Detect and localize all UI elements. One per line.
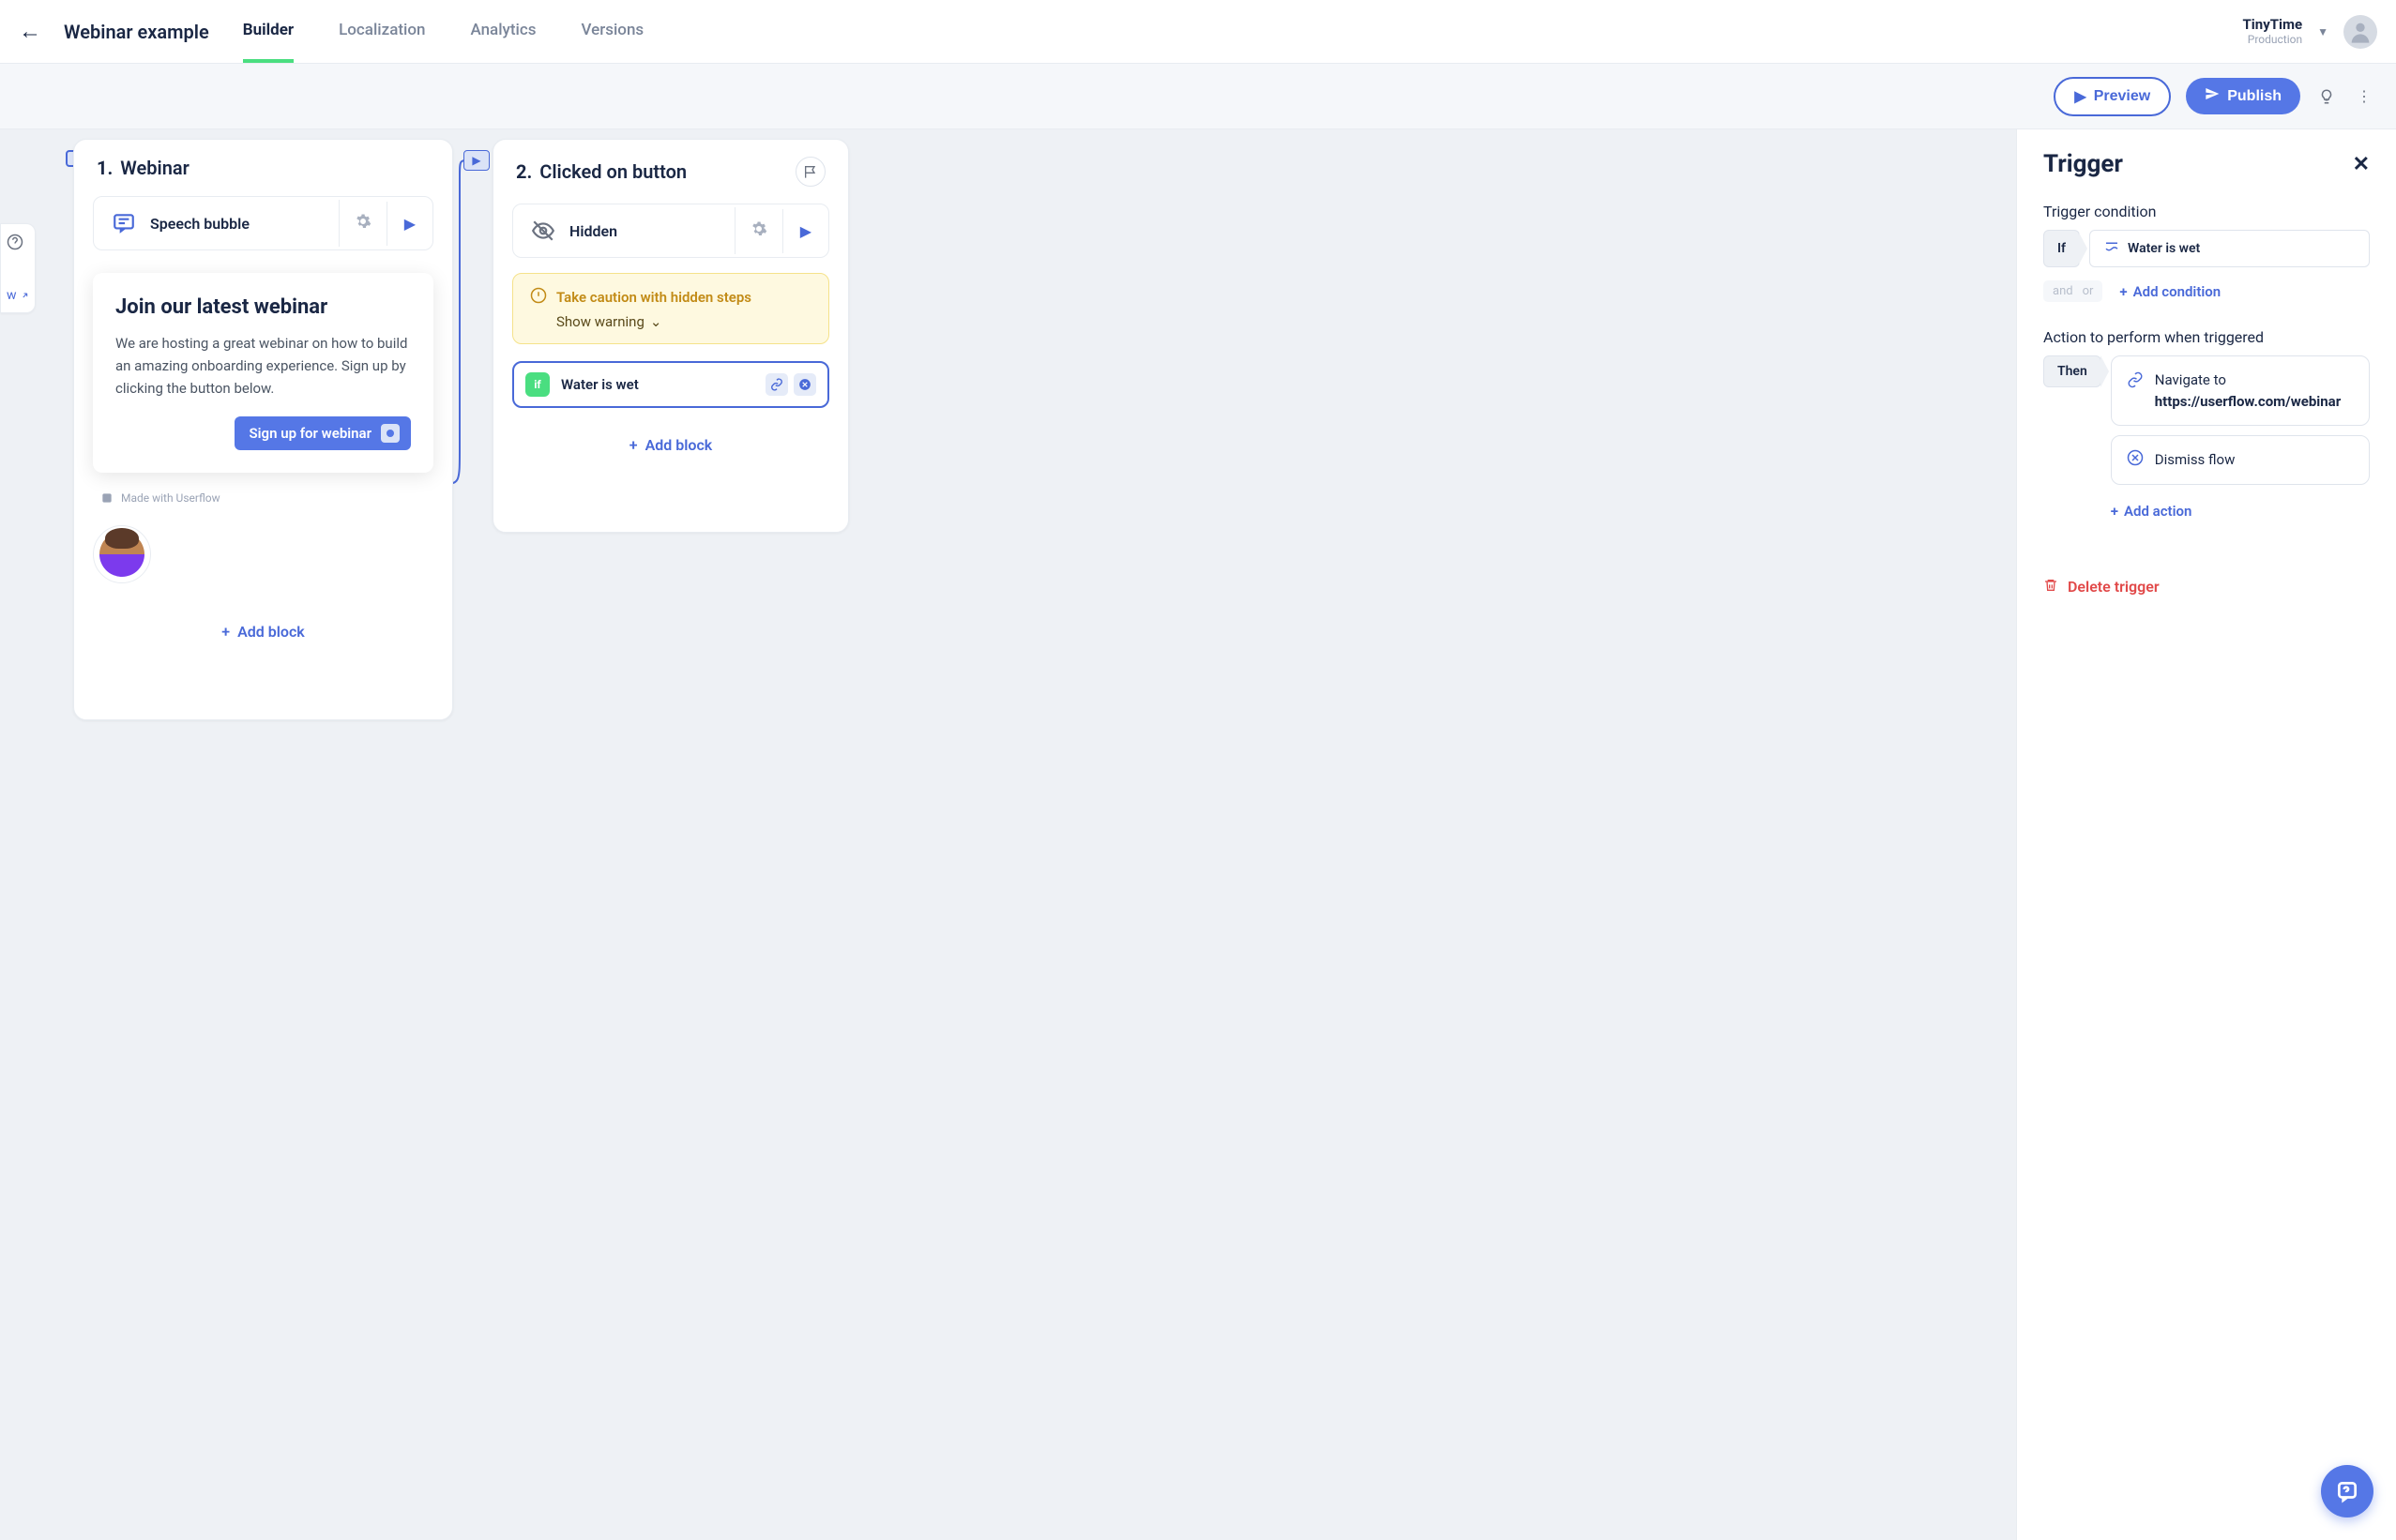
user-avatar[interactable] (2343, 15, 2377, 49)
step2-block-label: Hidden (569, 222, 617, 240)
tab-analytics[interactable]: Analytics (470, 0, 536, 63)
speech-bubble-icon (111, 210, 137, 236)
tab-localization[interactable]: Localization (339, 0, 425, 63)
paper-plane-icon (2205, 86, 2220, 106)
inspector-title: Trigger (2043, 150, 2123, 178)
step2-title: Clicked on button (539, 160, 687, 183)
close-inspector-button[interactable]: ✕ (2353, 153, 2370, 176)
if-pill[interactable]: If (2043, 230, 2080, 267)
dismiss-action[interactable]: Dismiss flow (2111, 435, 2370, 485)
preview-button[interactable]: ▶ Preview (2054, 77, 2171, 116)
dismiss-icon (2127, 449, 2144, 470)
made-with-badge: Made with Userflow (93, 482, 433, 514)
cta-connector-dot (381, 424, 400, 443)
plus-icon: + (2111, 503, 2118, 520)
plus-icon: + (221, 623, 230, 641)
condition-block[interactable]: if Water is wet (512, 361, 829, 408)
step2-add-block[interactable]: + Add block (493, 408, 848, 473)
link-icon (2127, 371, 2144, 392)
navigate-url: https://userflow.com/webinar (2155, 393, 2341, 410)
action-section-label: Action to perform when triggered (2043, 328, 2370, 346)
hidden-eye-icon (530, 218, 556, 244)
tab-builder[interactable]: Builder (243, 0, 294, 63)
show-warning-toggle[interactable]: Show warning ⌄ (556, 313, 811, 330)
step2-block-row[interactable]: Hidden ▶ (512, 204, 829, 258)
trash-icon (2043, 578, 2058, 596)
step2-play-button[interactable]: ▶ (782, 209, 828, 253)
more-menu-icon[interactable]: ⋮ (2353, 85, 2375, 108)
then-pill[interactable]: Then (2043, 355, 2101, 387)
preview-cta-button[interactable]: Sign up for webinar (235, 416, 412, 450)
step1-play-button[interactable]: ▶ (387, 202, 432, 246)
finish-flag-icon[interactable] (796, 157, 826, 187)
help-fab[interactable] (2321, 1465, 2373, 1517)
play-icon: ▶ (2074, 87, 2085, 106)
workspace-selector[interactable]: TinyTime Production (2243, 16, 2303, 46)
step2-connector-arrow: ▶ (463, 150, 490, 171)
warning-icon (530, 287, 547, 308)
if-badge: if (525, 372, 550, 397)
hidden-step-warning: Take caution with hidden steps Show warn… (512, 273, 829, 344)
preview-body: We are hosting a great webinar on how to… (115, 332, 411, 400)
step-card-2: 2. Clicked on button Hidden ▶ (493, 139, 849, 533)
trigger-condition-label: Trigger condition (2043, 203, 2370, 220)
condition-remove-icon[interactable] (794, 373, 816, 396)
persona-avatar (93, 525, 151, 583)
water-icon (2103, 238, 2120, 259)
inspector-panel: Trigger ✕ Trigger condition If Water is … (2016, 129, 2396, 1540)
condition-text: Water is wet (561, 376, 754, 393)
publish-button[interactable]: Publish (2186, 78, 2300, 114)
chevron-down-icon: ⌄ (650, 313, 662, 330)
workspace-name: TinyTime (2243, 16, 2303, 33)
step1-preview: Join our latest webinar We are hosting a… (93, 273, 433, 473)
step2-number: 2. (516, 160, 532, 183)
tab-versions[interactable]: Versions (582, 0, 644, 63)
plus-icon: + (2119, 283, 2127, 300)
back-button[interactable]: ← (19, 18, 41, 45)
step1-settings-button[interactable] (339, 200, 387, 247)
add-action-link[interactable]: + Add action (2111, 503, 2192, 520)
navigate-action[interactable]: Navigate to https://userflow.com/webinar (2111, 355, 2370, 426)
lightbulb-icon[interactable] (2315, 85, 2338, 108)
step1-number: 1. (97, 157, 113, 179)
add-condition-link[interactable]: + Add condition (2119, 283, 2221, 300)
condition-link-icon[interactable] (766, 373, 788, 396)
and-or-pills[interactable]: and or (2043, 280, 2102, 302)
delete-trigger-button[interactable]: Delete trigger (2043, 578, 2160, 596)
step1-add-block[interactable]: + Add block (74, 595, 452, 659)
step-card-1: 1. Webinar Speech bubble ▶ Join our late… (73, 139, 453, 720)
step1-title: Webinar (120, 157, 190, 179)
preview-heading: Join our latest webinar (115, 295, 411, 319)
plus-icon: + (629, 436, 638, 454)
step2-settings-button[interactable] (735, 207, 782, 254)
chevron-down-icon[interactable]: ▼ (2317, 25, 2328, 38)
condition-value-pill[interactable]: Water is wet (2089, 230, 2370, 267)
step1-block-label: Speech bubble (150, 215, 250, 233)
step1-block-row[interactable]: Speech bubble ▶ (93, 196, 433, 250)
workspace-env: Production (2243, 33, 2303, 46)
navigate-label: Navigate to (2155, 371, 2226, 388)
page-title: Webinar example (64, 21, 209, 43)
